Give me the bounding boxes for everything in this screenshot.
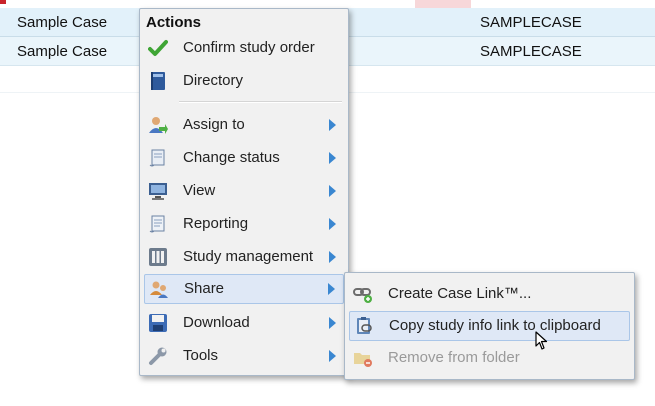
menu-item-label: Change status xyxy=(183,149,280,166)
menu-item-directory[interactable]: Directory xyxy=(144,67,344,95)
link-add-icon xyxy=(353,284,373,304)
submenu-arrow-icon xyxy=(329,185,336,197)
case-name-cell: Sample Case xyxy=(17,43,108,60)
menu-item-share[interactable]: Share xyxy=(144,274,344,304)
case-name-cell: Sample Case xyxy=(17,14,108,31)
share-users-icon xyxy=(149,279,169,299)
case-code-cell: SAMPLECASE xyxy=(480,14,582,31)
mouse-cursor-icon xyxy=(535,331,549,351)
menu-title: Actions xyxy=(146,14,202,31)
submenu-arrow-icon xyxy=(329,218,336,230)
submenu-arrow-icon xyxy=(329,251,336,263)
submenu-item-label: Create Case Link™... xyxy=(388,285,532,302)
study-management-icon xyxy=(148,247,168,267)
menu-item-label: Tools xyxy=(183,347,219,364)
case-code-cell: SAMPLECASE xyxy=(480,43,582,60)
submenu-arrow-icon xyxy=(329,317,336,329)
menu-item-label: Share xyxy=(184,280,225,297)
wrench-icon xyxy=(148,346,168,366)
submenu-arrow-icon xyxy=(329,152,336,164)
monitor-icon xyxy=(148,181,168,201)
menu-item-view[interactable]: View xyxy=(144,177,344,205)
actions-context-menu: Actions Confirm study order Directory As… xyxy=(139,8,349,376)
menu-item-download[interactable]: Download xyxy=(144,309,344,337)
floppy-disk-icon xyxy=(148,313,168,333)
status-marker xyxy=(0,0,6,4)
submenu-item-label: Copy study info link to clipboard xyxy=(389,317,601,334)
submenu-arrow-icon xyxy=(329,350,336,362)
submenu-item-label: Remove from folder xyxy=(388,349,520,366)
menu-item-label: View xyxy=(183,182,216,199)
report-scroll-icon xyxy=(148,214,168,234)
submenu-arrow-icon xyxy=(328,283,335,295)
menu-item-study-management[interactable]: Study management xyxy=(144,243,344,271)
menu-item-confirm-study-order[interactable]: Confirm study order xyxy=(144,34,344,62)
menu-item-assign-to[interactable]: Assign to xyxy=(144,111,344,139)
menu-item-change-status[interactable]: Change status xyxy=(144,144,344,172)
submenu-item-copy-study-info-link[interactable]: Copy study info link to clipboard xyxy=(349,311,630,341)
menu-item-label: Confirm study order xyxy=(183,39,315,56)
clipboard-copy-icon xyxy=(354,316,374,336)
menu-item-reporting[interactable]: Reporting xyxy=(144,210,344,238)
checkmark-icon xyxy=(148,38,168,58)
scroll-icon xyxy=(148,148,168,168)
folder-remove-icon xyxy=(353,348,373,368)
menu-separator xyxy=(179,101,342,103)
highlight-cell xyxy=(415,0,471,8)
submenu-item-remove-from-folder[interactable]: Remove from folder xyxy=(349,344,630,372)
menu-item-label: Download xyxy=(183,314,250,331)
menu-item-tools[interactable]: Tools xyxy=(144,342,344,370)
submenu-arrow-icon xyxy=(329,119,336,131)
menu-item-label: Assign to xyxy=(183,116,245,133)
book-icon xyxy=(148,71,168,91)
assign-user-icon xyxy=(148,115,168,135)
menu-item-label: Directory xyxy=(183,72,244,89)
menu-item-label: Reporting xyxy=(183,215,249,232)
menu-item-label: Study management xyxy=(183,248,314,265)
submenu-item-create-case-link[interactable]: Create Case Link™... xyxy=(349,280,630,308)
share-submenu: Create Case Link™... Copy study info lin… xyxy=(344,272,635,380)
